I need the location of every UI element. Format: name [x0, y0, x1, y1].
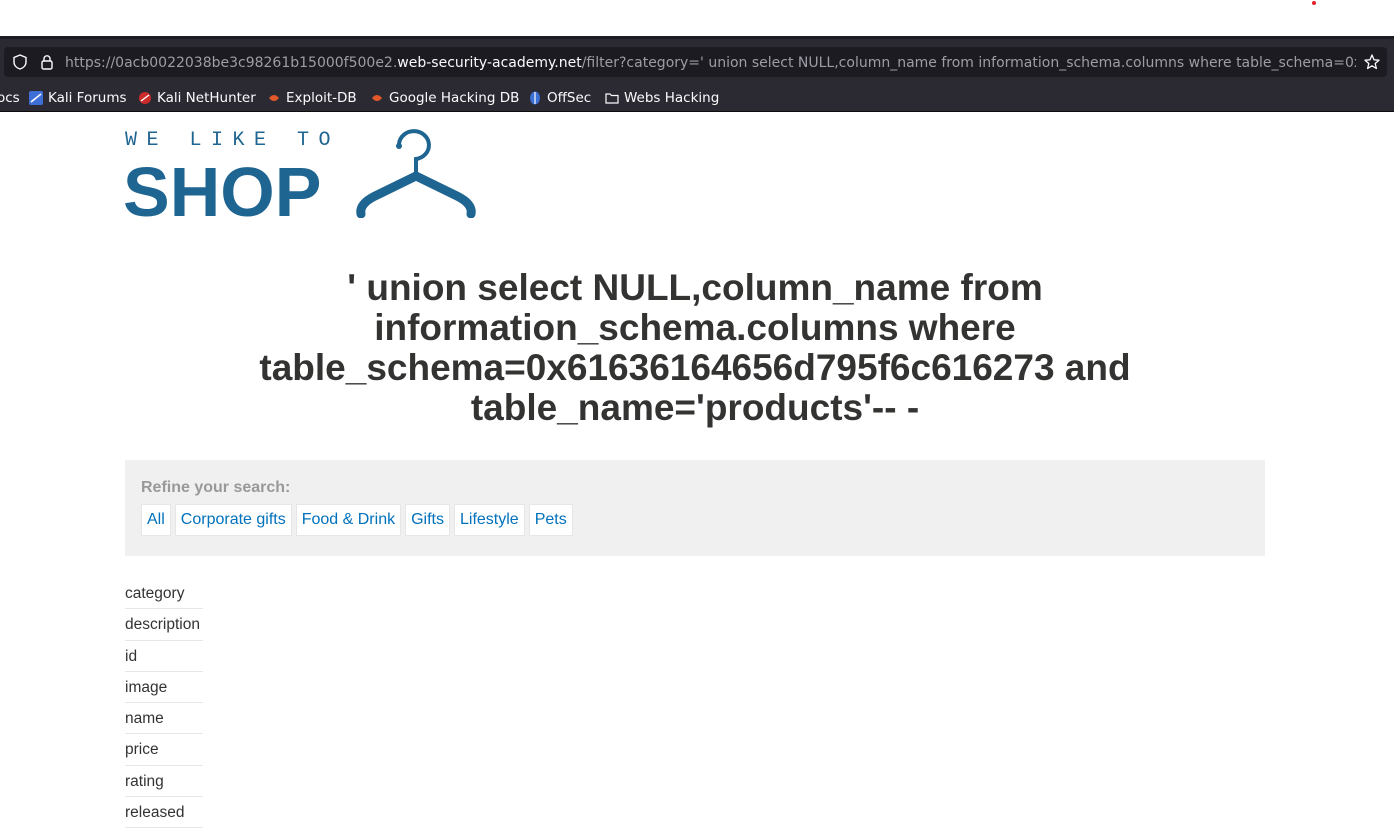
bookmark-label: Kali NetHunter: [157, 90, 256, 106]
url-domain: web-security-academy.net: [397, 55, 582, 71]
table-row: name: [125, 703, 203, 735]
table-row: id: [125, 641, 203, 672]
logo-bottom-text: SHOP: [125, 153, 321, 218]
ghdb-icon: [372, 95, 382, 101]
bookmark-label: Kali Forums: [48, 90, 127, 106]
url-prefix: https://0acb0022038be3c98261b15000f500e2…: [65, 55, 398, 71]
lock-icon[interactable]: [38, 53, 56, 71]
bookmark-label: Webs Hacking: [624, 90, 720, 106]
logo-top-text: WE LIKE TO: [125, 129, 340, 152]
kali-nethunter-icon: [139, 92, 151, 104]
table-row: price: [125, 734, 203, 766]
url-path: /filter?category=' union select NULL,col…: [581, 55, 1356, 71]
filter-link-lifestyle[interactable]: Lifestyle: [453, 504, 525, 536]
filter-link-all[interactable]: All: [141, 504, 171, 536]
bookmark-label: ocs: [0, 90, 20, 106]
bookmark-folder-webs-hacking[interactable]: Webs Hacking: [605, 88, 719, 108]
filter-link-corporate-gifts[interactable]: Corporate gifts: [174, 504, 292, 536]
filter-link-gifts[interactable]: Gifts: [405, 504, 450, 536]
table-row: rating: [125, 766, 203, 798]
table-row: description: [125, 609, 203, 641]
kali-forums-icon: [29, 91, 43, 105]
bookmark-label: Google Hacking DB: [389, 90, 520, 106]
bookmark-exploit-db[interactable]: Exploit-DB: [267, 88, 357, 108]
url-text[interactable]: https://0acb0022038be3c98261b15000f500e2…: [65, 53, 1356, 73]
filter-panel: Refine your search: All Corporate gifts …: [125, 460, 1265, 556]
bookmark-docs[interactable]: ocs: [0, 88, 20, 108]
window-top-strip: [0, 0, 1394, 36]
hanger-icon: [356, 129, 476, 218]
bookmark-label: Exploit-DB: [286, 90, 357, 106]
exploit-db-icon: [269, 95, 279, 101]
bookmark-kali-nethunter[interactable]: Kali NetHunter: [138, 88, 256, 108]
bookmark-offsec[interactable]: OffSec: [528, 88, 591, 108]
bookmarks-toolbar: ocs Kali Forums Kali NetHunter Exploit-D…: [0, 84, 1394, 112]
filter-label: Refine your search:: [141, 479, 291, 496]
bookmark-label: OffSec: [547, 90, 592, 106]
folder-icon: [605, 93, 619, 104]
results-table: category description id image name price…: [125, 578, 203, 829]
table-row: category: [125, 578, 203, 610]
table-row: image: [125, 672, 203, 704]
page-title: ' union select NULL,column_name from inf…: [259, 267, 1131, 428]
bookmark-star-icon[interactable]: [1363, 53, 1381, 71]
filter-link-food-drink[interactable]: Food & Drink: [295, 504, 402, 536]
url-bar[interactable]: https://0acb0022038be3c98261b15000f500e2…: [4, 47, 1387, 77]
bookmark-google-hacking-db[interactable]: Google Hacking DB: [370, 88, 519, 108]
table-row: released: [125, 797, 203, 829]
browser-nav-bar: https://0acb0022038be3c98261b15000f500e2…: [0, 36, 1394, 84]
filter-link-pets[interactable]: Pets: [528, 504, 573, 536]
notification-dot: [1312, 1, 1316, 5]
tracking-protection-shield-icon[interactable]: [11, 53, 29, 71]
bookmark-kali-forums[interactable]: Kali Forums: [29, 88, 127, 108]
offsec-icon: [530, 91, 540, 105]
filter-links: All Corporate gifts Food & Drink Gifts L…: [141, 504, 573, 536]
shop-logo[interactable]: WE LIKE TO SHOP: [125, 128, 477, 218]
